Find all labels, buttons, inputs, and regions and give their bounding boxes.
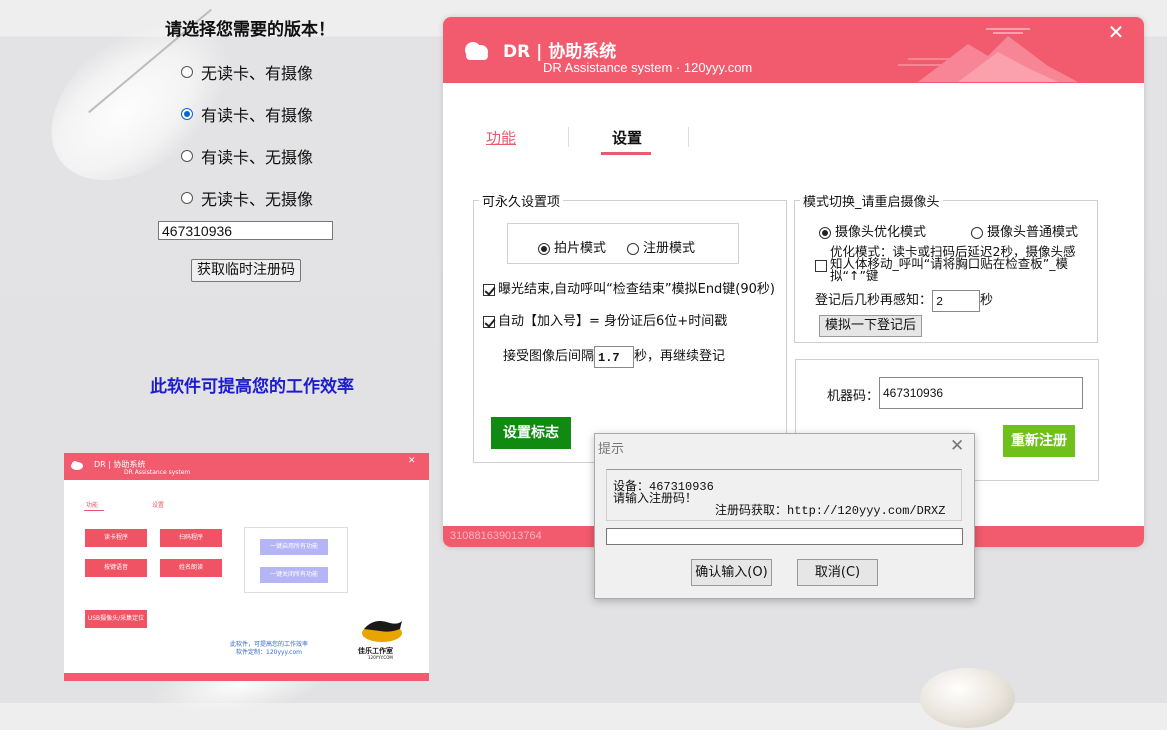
camera-normal-option[interactable]: 摄像头普通模式 xyxy=(971,221,1078,240)
interval-prefix: 接受图像后间隔 xyxy=(503,349,595,364)
radio-button[interactable] xyxy=(971,226,983,239)
auto-add-option[interactable]: 自动【加入号】= 身份证后6位+时间戳 xyxy=(483,310,727,329)
interval-setting: 接受图像后间隔 1.7 秒，再继续登记 xyxy=(503,345,725,368)
version-option-label: 无读卡、有摄像 xyxy=(201,64,314,83)
thumbnail-subtitle: DR Assistance system xyxy=(124,469,191,476)
set-flag-button[interactable]: 设置标志 xyxy=(491,417,571,449)
dialog-prompt-line: 请输入注册码！ xyxy=(613,492,698,506)
radio-button-selected[interactable] xyxy=(538,242,550,255)
thumbnail-tab-set: 设置 xyxy=(152,502,165,509)
tab-settings[interactable]: 设置 xyxy=(612,127,642,148)
thumbnail-right-panel xyxy=(244,527,348,593)
auto-add-checkbox[interactable] xyxy=(483,315,495,328)
thumbnail-tab-underline xyxy=(84,510,104,511)
version-option-2[interactable]: 有读卡、有摄像 xyxy=(181,102,313,126)
radio-button[interactable] xyxy=(181,192,193,204)
radio-button[interactable] xyxy=(627,242,639,255)
camera-optimized-option[interactable]: 摄像头优化模式 xyxy=(819,221,926,240)
cloud-icon xyxy=(465,42,488,60)
active-tab-indicator xyxy=(601,152,651,155)
version-option-label: 有读卡、无摄像 xyxy=(201,148,314,167)
exposure-label: 曝光结束,自动呼叫“检查结束”模拟End键(90秒) xyxy=(498,282,775,297)
exposure-option[interactable]: 曝光结束,自动呼叫“检查结束”模拟End键(90秒) xyxy=(483,278,775,297)
exposure-checkbox[interactable] xyxy=(483,283,495,296)
tab-divider xyxy=(568,127,569,147)
app-preview-thumbnail: DR | 协助系统 DR Assistance system ✕ 功能 设置 读… xyxy=(64,453,429,681)
radio-button[interactable] xyxy=(181,150,193,162)
thumbnail-button: 按键语音 xyxy=(85,559,147,577)
sense-delay-setting: 登记后几秒再感知： 2 秒 xyxy=(815,289,993,312)
registration-code-input[interactable] xyxy=(606,528,963,545)
register-mode-label: 注册模式 xyxy=(643,241,696,256)
thumbnail-button: 一键关闭所有功能 xyxy=(260,567,328,583)
simulate-register-button[interactable]: 模拟一下登记后 xyxy=(819,315,922,337)
optimize-line-3: 拟“↑”键 xyxy=(830,268,879,283)
thumbnail-tab-func: 功能 xyxy=(86,502,99,509)
cancel-button[interactable]: 取消(C) xyxy=(797,559,878,586)
window-title: DR | 协助系统 xyxy=(503,42,617,62)
thumbnail-logo-url: 120YYY.COM xyxy=(368,655,393,660)
confirm-button[interactable]: 确认输入(O) xyxy=(691,559,772,586)
interval-input[interactable]: 1.7 xyxy=(594,345,635,368)
thumbnail-button: 姓名朗读 xyxy=(160,559,222,577)
photo-mode-label: 拍片模式 xyxy=(554,241,607,256)
radio-button-selected[interactable] xyxy=(819,226,831,239)
code-input[interactable]: 467310936 xyxy=(158,221,333,240)
radio-button[interactable] xyxy=(181,66,193,78)
thumbnail-button: 扫码程序 xyxy=(160,529,222,547)
version-option-4[interactable]: 无读卡、无摄像 xyxy=(181,186,313,210)
window-header: DR | 协助系统 DR Assistance system · 120yyy.… xyxy=(443,17,1144,83)
version-option-label: 无读卡、无摄像 xyxy=(201,190,314,209)
thumbnail-header: DR | 协助系统 DR Assistance system ✕ xyxy=(64,453,429,480)
version-option-3[interactable]: 有读卡、无摄像 xyxy=(181,144,313,168)
panther-logo-icon xyxy=(362,621,402,642)
machine-code-field[interactable]: 467310936 xyxy=(879,377,1083,409)
optimize-description: 优化模式：读卡或扫码后延迟2秒，摄像头感 知人体移动_呼叫“请将胸口贴在检查板”… xyxy=(830,245,1075,283)
photo-mode-option[interactable]: 拍片模式 xyxy=(538,237,606,256)
mountain-decoration-icon xyxy=(898,28,1078,82)
machine-code-label: 机器码： xyxy=(827,389,880,404)
sense-delay-input[interactable]: 2 xyxy=(932,289,981,312)
version-option-1[interactable]: 无读卡、有摄像 xyxy=(181,60,313,84)
promo-text: 此软件可提高您的工作效率 xyxy=(150,377,354,397)
radio-button-selected[interactable] xyxy=(181,108,193,120)
mode-switch-legend: 模式切换_请重启摄像头 xyxy=(803,195,940,210)
version-option-label: 有读卡、有摄像 xyxy=(201,106,314,125)
thumbnail-promo-2: 软件定制：120yyy.com xyxy=(236,649,302,656)
close-icon: ✕ xyxy=(408,456,416,466)
thumbnail-button: USB摄像头/采集定位 xyxy=(85,610,147,628)
thumbnail-button: 读卡程序 xyxy=(85,529,147,547)
dialog-title: 提示 xyxy=(598,442,625,457)
optimize-checkbox[interactable] xyxy=(815,260,827,272)
cloud-icon xyxy=(71,461,83,470)
reregister-button[interactable]: 重新注册 xyxy=(1003,425,1075,457)
thumbnail-button: 一键启用所有功能 xyxy=(260,539,328,555)
get-temp-code-button[interactable]: 获取临时注册码 xyxy=(191,259,301,282)
window-close-icon[interactable]: ✕ xyxy=(1106,22,1126,42)
interval-suffix: 秒，再继续登记 xyxy=(634,349,726,364)
dialog-close-icon[interactable]: ✕ xyxy=(950,436,964,456)
version-select-title: 请选择您需要的版本！ xyxy=(165,20,335,40)
register-mode-option[interactable]: 注册模式 xyxy=(627,237,695,256)
window-subtitle: DR Assistance system · 120yyy.com xyxy=(543,60,753,75)
persistent-settings-legend: 可永久设置项 xyxy=(482,195,561,210)
thumbnail-footer xyxy=(64,673,429,681)
tab-divider xyxy=(688,127,689,147)
camera-optimized-label: 摄像头优化模式 xyxy=(835,225,927,240)
stone-decoration xyxy=(920,668,1015,728)
sense-delay-prefix: 登记后几秒再感知： xyxy=(815,293,933,308)
camera-normal-label: 摄像头普通模式 xyxy=(987,225,1079,240)
dialog-message: 设备：467310936 请输入注册码！ 注册码获取：http://120yyy… xyxy=(606,469,962,521)
tab-function[interactable]: 功能 xyxy=(486,127,516,148)
dialog-url-line: 注册码获取：http://120yyy.com/DRXZ xyxy=(715,504,946,518)
auto-add-label: 自动【加入号】= 身份证后6位+时间戳 xyxy=(498,314,728,329)
prompt-dialog: 提示 ✕ 设备：467310936 请输入注册码！ 注册码获取：http://1… xyxy=(594,433,975,599)
sense-delay-suffix: 秒 xyxy=(980,293,994,308)
